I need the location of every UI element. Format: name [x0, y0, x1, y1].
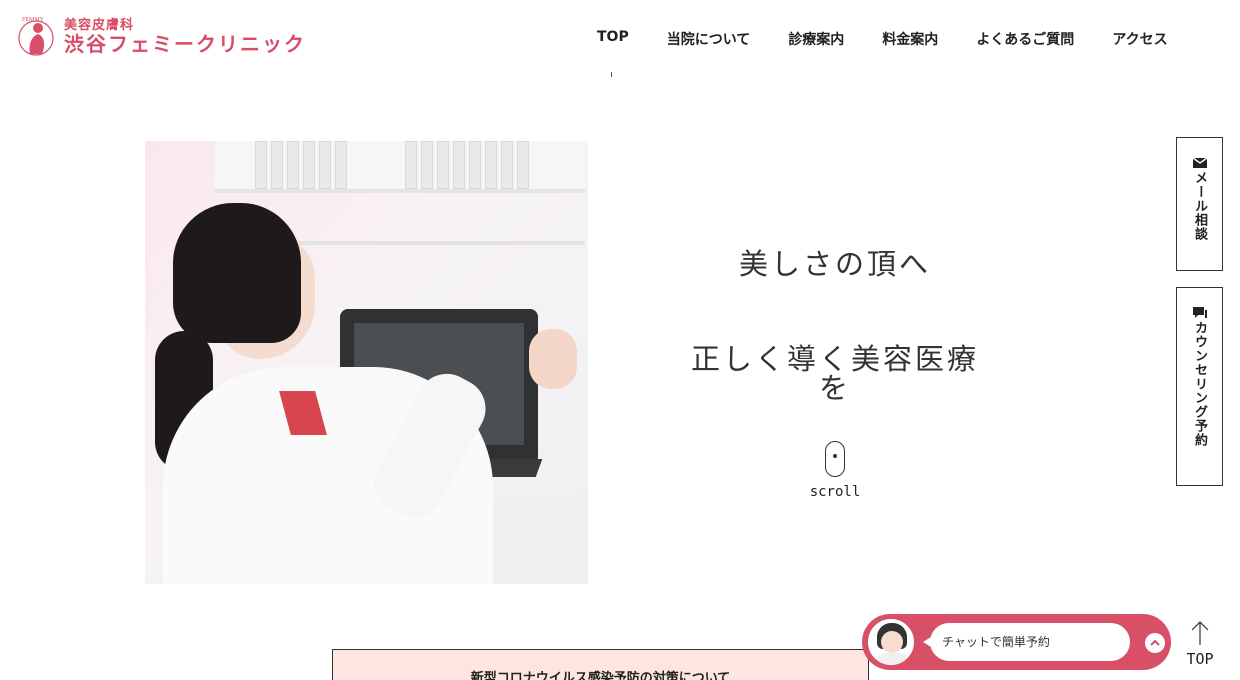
back-to-top-label: TOP	[1186, 650, 1214, 668]
tagline-line-1: 美しさの頂へ	[738, 247, 931, 281]
logo-mark-text: FEMMY	[22, 17, 45, 23]
arrow-up-icon	[1190, 620, 1210, 646]
counseling-reservation-tab[interactable]: カウンセリング予約	[1176, 287, 1223, 486]
tagline-line-2: 正しく導く美容医療を	[690, 342, 979, 405]
scroll-label: scroll	[809, 484, 861, 500]
mail-consult-tab[interactable]: メール相談	[1176, 137, 1223, 271]
hero-photo	[145, 141, 588, 584]
nav-item-access[interactable]: アクセス	[1112, 29, 1167, 49]
nav-item-about[interactable]: 当院について	[667, 29, 751, 49]
scroll-mouse-icon[interactable]	[825, 441, 845, 477]
covid-notice-banner[interactable]: 新型コロナウイルス感染予防の対策について	[332, 649, 869, 680]
counseling-reservation-label: カウンセリング予約	[1192, 321, 1207, 447]
nav-item-treatments[interactable]: 診療案内	[788, 29, 844, 49]
mail-icon	[1192, 154, 1207, 168]
nav-item-faq[interactable]: よくあるご質問	[976, 29, 1074, 49]
back-to-top-button[interactable]: TOP	[1184, 620, 1216, 672]
logo-text: 美容皮膚科 渋谷フェミークリニック	[64, 17, 306, 57]
chevron-up-icon[interactable]	[1145, 633, 1165, 653]
chat-reservation-widget[interactable]: チャットで簡単予約	[862, 614, 1171, 670]
chat-bubble[interactable]: チャットで簡単予約	[923, 623, 1130, 661]
nav-active-indicator	[611, 72, 612, 77]
logo-title: 渋谷フェミークリニック	[64, 32, 306, 57]
logo-subtitle: 美容皮膚科	[64, 17, 135, 33]
mail-consult-label: メール相談	[1192, 171, 1207, 241]
nav-item-pricing[interactable]: 料金案内	[882, 29, 938, 49]
photo-shelf	[215, 141, 585, 193]
chat-avatar	[866, 617, 916, 667]
main-nav: TOP 当院について 診療案内 料金案内 よくあるご質問 アクセス	[597, 29, 1168, 49]
clinic-logo[interactable]: FEMMY 美容皮膚科 渋谷フェミークリニック	[16, 14, 306, 60]
chat-label: チャットで簡単予約	[942, 635, 1050, 649]
page: FEMMY 美容皮膚科 渋谷フェミークリニック TOP 当院について 診療案内 …	[0, 0, 1240, 680]
notice-text: 新型コロナウイルス感染予防の対策について	[470, 671, 731, 680]
logo-emblem-icon: FEMMY	[16, 14, 56, 60]
chat-bubble-icon	[1192, 304, 1207, 318]
nav-item-top[interactable]: TOP	[597, 29, 629, 49]
